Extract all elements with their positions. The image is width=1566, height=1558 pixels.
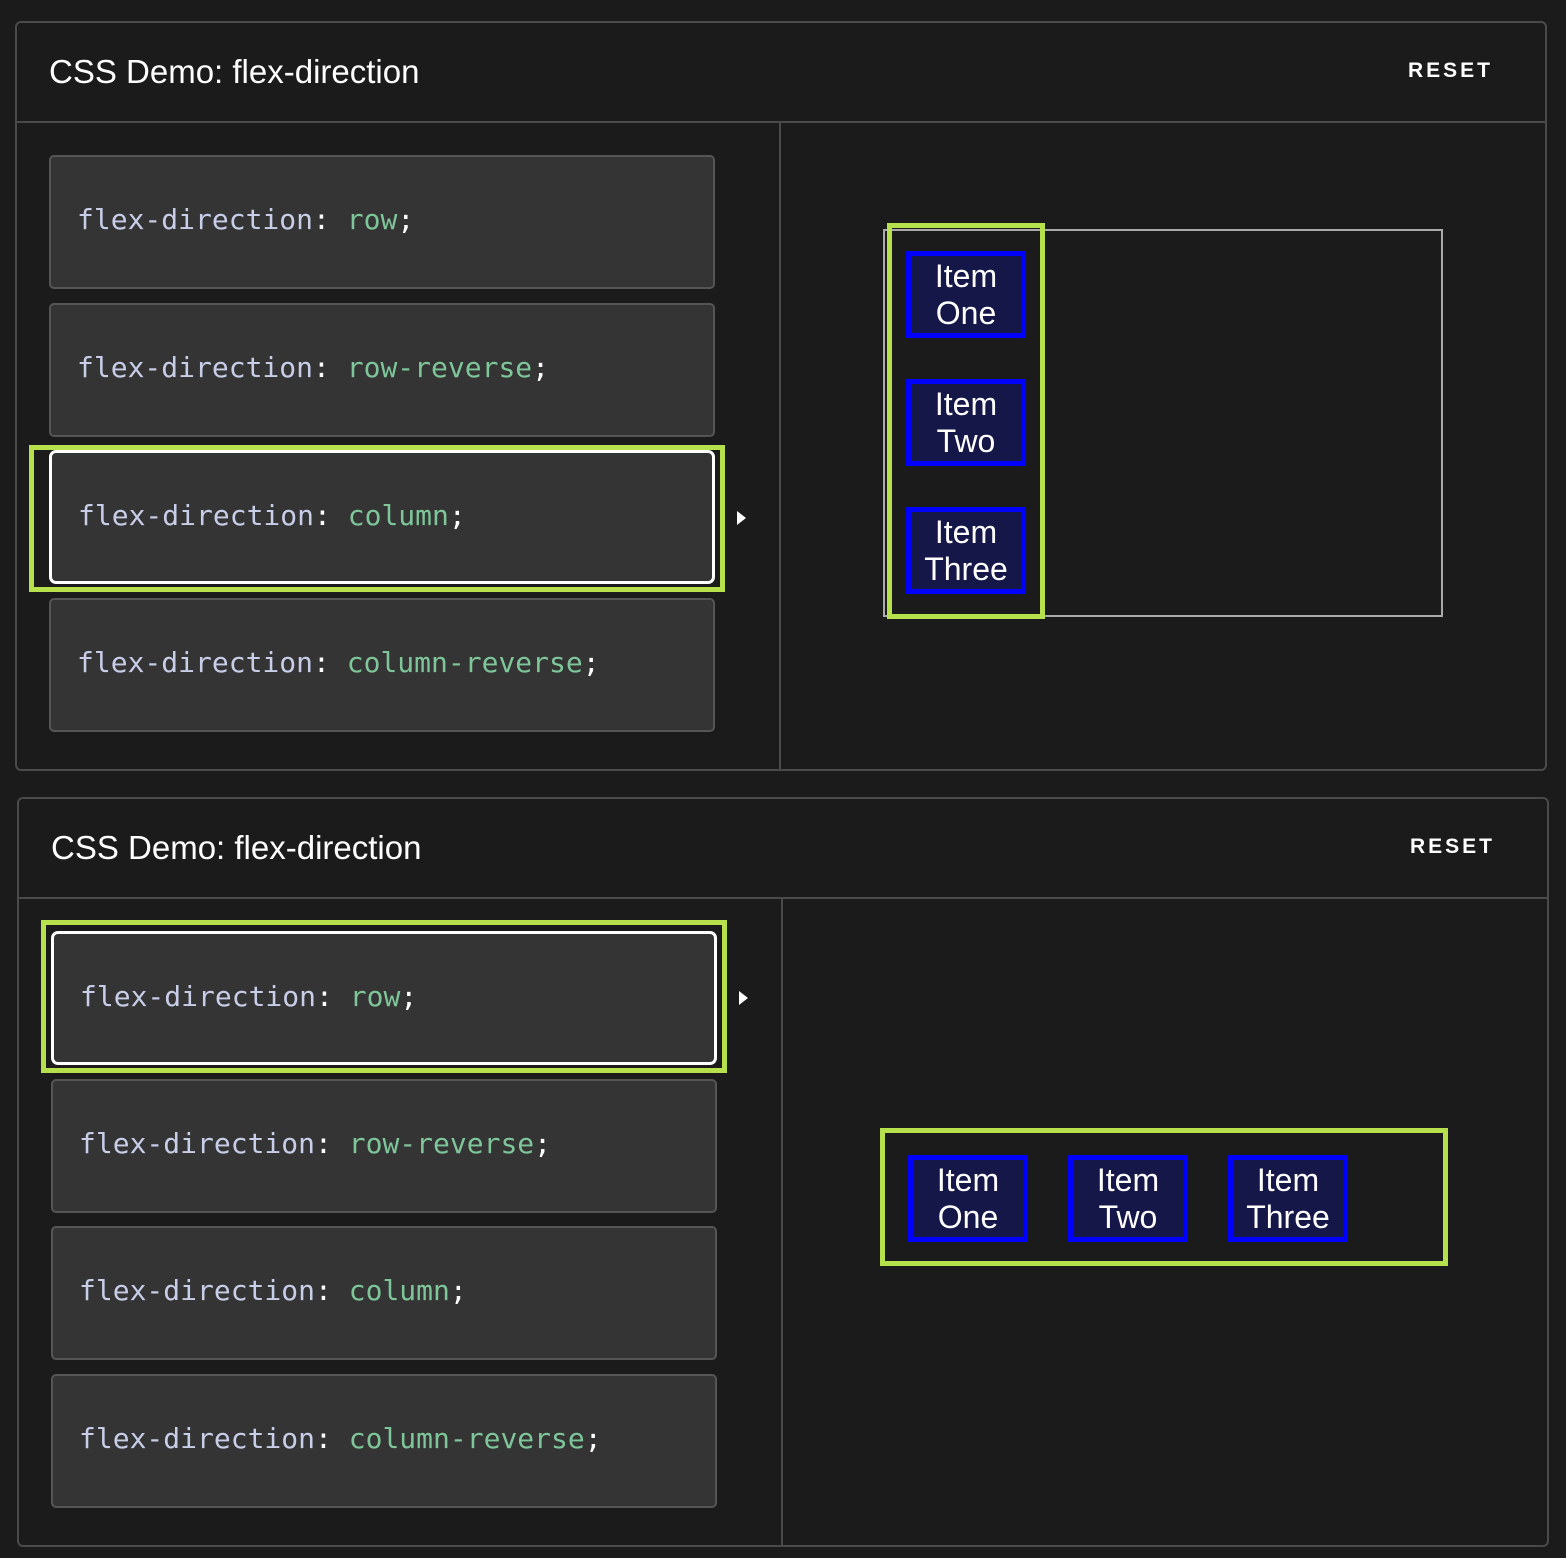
choice-column-selected[interactable]: flex-direction: column; [49, 450, 715, 584]
selected-indicator-arrow-icon [739, 991, 748, 1005]
demo-title: CSS Demo: flex-direction [49, 53, 420, 90]
choices-pane: flex-direction: row; flex-direction: row… [17, 123, 781, 769]
flex-item-two: Item Two [906, 379, 1026, 466]
output-pane: Item One Item Two Item Three [781, 123, 1545, 769]
choice-code: flex-direction: column-reverse; [77, 646, 600, 679]
css-demo-panel-2: CSS Demo: flex-direction RESET flex-dire… [17, 797, 1549, 1547]
choice-row-selected[interactable]: flex-direction: row; [51, 931, 717, 1065]
flex-item-three: Item Three [1228, 1155, 1348, 1242]
choice-code: flex-direction: row-reverse; [77, 351, 550, 384]
reset-button[interactable]: RESET [1408, 59, 1493, 83]
choice-code: flex-direction: row; [80, 980, 418, 1013]
flex-item-three: Item Three [906, 507, 1026, 594]
demo-header: CSS Demo: flex-direction RESET [17, 23, 1545, 123]
demo-title: CSS Demo: flex-direction [51, 829, 422, 866]
reset-button[interactable]: RESET [1410, 835, 1495, 859]
choice-row-reverse[interactable]: flex-direction: row-reverse; [51, 1079, 717, 1213]
choice-column[interactable]: flex-direction: column; [51, 1226, 717, 1360]
choice-code: flex-direction: column-reverse; [79, 1422, 602, 1455]
demo-header: CSS Demo: flex-direction RESET [19, 799, 1547, 899]
flex-item-one: Item One [906, 251, 1026, 338]
choice-code: flex-direction: column; [78, 499, 466, 532]
choice-column-reverse[interactable]: flex-direction: column-reverse; [49, 598, 715, 732]
css-demo-panel-1: CSS Demo: flex-direction RESET flex-dire… [15, 21, 1547, 771]
choice-code: flex-direction: row-reverse; [79, 1127, 552, 1160]
choice-row-reverse[interactable]: flex-direction: row-reverse; [49, 303, 715, 437]
flex-item-one: Item One [908, 1155, 1028, 1242]
flex-item-two: Item Two [1068, 1155, 1188, 1242]
choice-row[interactable]: flex-direction: row; [49, 155, 715, 289]
choice-column-reverse[interactable]: flex-direction: column-reverse; [51, 1374, 717, 1508]
selected-indicator-arrow-icon [737, 511, 746, 525]
choice-code: flex-direction: column; [79, 1274, 467, 1307]
choices-pane: flex-direction: row; flex-direction: row… [19, 899, 783, 1545]
output-pane: Item One Item Two Item Three [783, 899, 1547, 1545]
choice-code: flex-direction: row; [77, 203, 415, 236]
